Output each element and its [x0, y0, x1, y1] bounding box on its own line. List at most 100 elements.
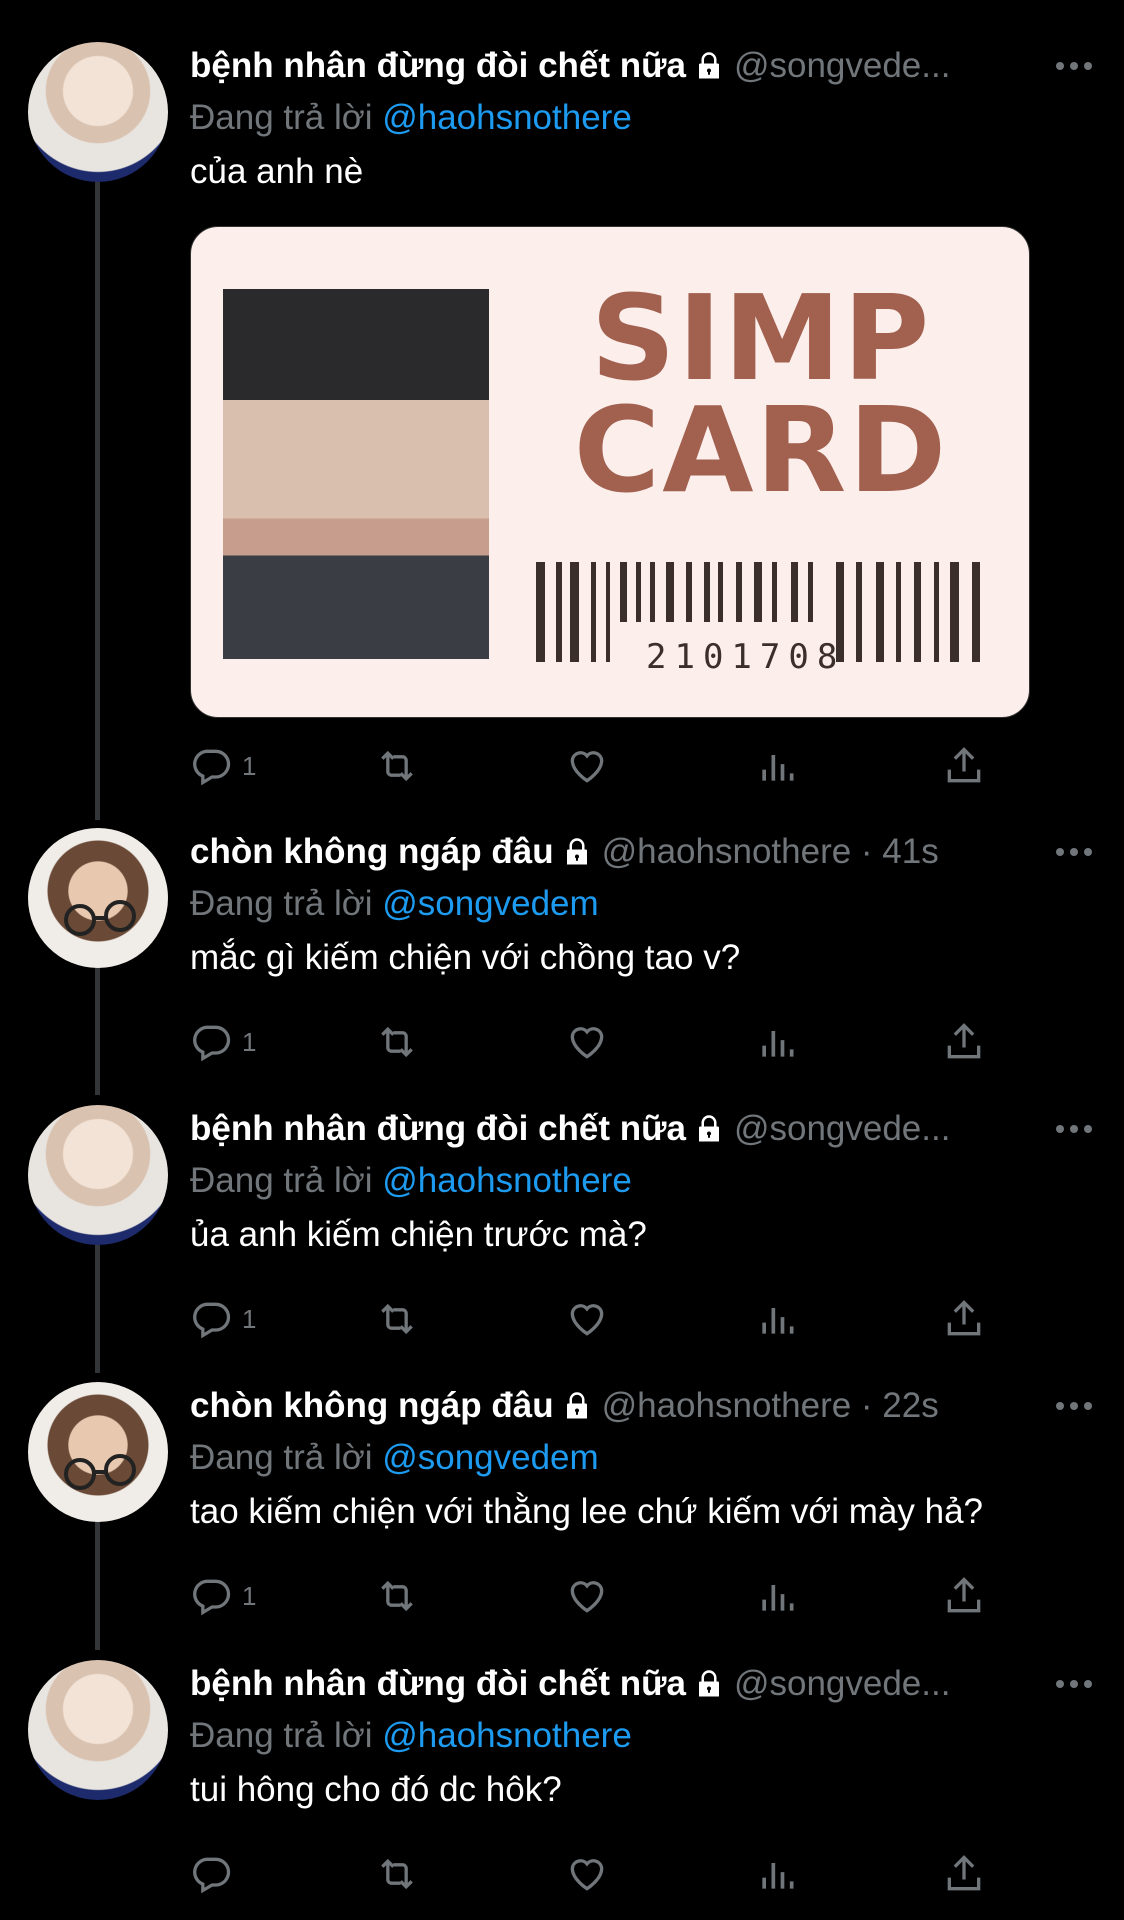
- mention-link[interactable]: @haohsnothere: [382, 1161, 632, 1200]
- mention-link[interactable]: @songvedem: [382, 884, 598, 923]
- share-icon: [947, 1023, 981, 1059]
- views-button[interactable]: [755, 1297, 799, 1341]
- display-name[interactable]: chòn không ngáp đâu: [190, 1386, 554, 1426]
- share-icon: [947, 1855, 981, 1891]
- simp-card-image[interactable]: SIMP CARD 2101708: [190, 226, 1030, 718]
- share-button[interactable]: [942, 1574, 986, 1618]
- card-photo: [223, 289, 489, 659]
- heart-icon: [570, 1304, 604, 1336]
- handle[interactable]: @songvede...: [734, 46, 951, 86]
- reply-count: 1: [242, 750, 257, 781]
- reply-button[interactable]: [190, 1852, 242, 1896]
- reply-icon: [193, 1579, 231, 1616]
- reply-button[interactable]: 1: [190, 1020, 256, 1064]
- like-button[interactable]: [565, 1574, 609, 1618]
- like-button[interactable]: [565, 744, 609, 788]
- tweet-text: của anh nè: [190, 152, 364, 191]
- retweet-button[interactable]: [375, 1297, 419, 1341]
- retweet-icon: [381, 750, 413, 782]
- tweet-actions: 1: [190, 1297, 1096, 1353]
- share-button[interactable]: [942, 1297, 986, 1341]
- share-button[interactable]: [942, 744, 986, 788]
- views-button[interactable]: [755, 1574, 799, 1618]
- thread-line: [95, 180, 100, 820]
- reply-prefix: Đang trả lời: [190, 1161, 373, 1200]
- retweet-button[interactable]: [375, 1574, 419, 1618]
- retweet-button[interactable]: [375, 1852, 419, 1896]
- tweet-actions: 1: [190, 744, 1096, 800]
- more-icon[interactable]: [1052, 1666, 1096, 1702]
- replying-to: Đang trả lời @songvedem: [190, 880, 1096, 928]
- views-button[interactable]: [755, 1852, 799, 1896]
- tweet-actions: [190, 1852, 1096, 1908]
- reply-icon: [193, 1025, 231, 1062]
- mention-link[interactable]: @haohsnothere: [382, 98, 632, 137]
- reply-icon: [193, 749, 231, 786]
- share-button[interactable]: [942, 1020, 986, 1064]
- avatar[interactable]: [28, 42, 168, 182]
- heart-icon: [570, 751, 604, 783]
- more-icon[interactable]: [1052, 1388, 1096, 1424]
- reply-icon: [193, 1302, 231, 1339]
- reply-prefix: Đang trả lời: [190, 1716, 373, 1755]
- like-button[interactable]: [565, 1297, 609, 1341]
- retweet-button[interactable]: [375, 1020, 419, 1064]
- handle[interactable]: @haohsnothere · 22s: [602, 1386, 939, 1426]
- views-button[interactable]: [755, 744, 799, 788]
- mention-link[interactable]: @songvedem: [382, 1438, 598, 1477]
- lock-icon: [566, 838, 587, 865]
- retweet-icon: [381, 1026, 413, 1058]
- reply-button[interactable]: 1: [190, 1297, 256, 1341]
- reply-button[interactable]: 1: [190, 744, 256, 788]
- replying-to: Đang trả lời @songvedem: [190, 1434, 1096, 1482]
- share-icon: [947, 1300, 981, 1336]
- display-name[interactable]: bệnh nhân đừng đòi chết nữa: [190, 46, 686, 86]
- reply-prefix: Đang trả lời: [190, 98, 373, 137]
- mention-link[interactable]: @haohsnothere: [382, 1716, 632, 1755]
- replying-to: Đang trả lời @haohsnothere: [190, 1712, 1096, 1760]
- like-button[interactable]: [565, 1852, 609, 1896]
- avatar[interactable]: [28, 1660, 168, 1800]
- lock-icon: [698, 52, 719, 79]
- avatar[interactable]: [28, 1105, 168, 1245]
- retweet-button[interactable]: [375, 744, 419, 788]
- reply-icon: [193, 1857, 231, 1894]
- card-title: SIMP CARD: [573, 269, 949, 519]
- heart-icon: [570, 1027, 604, 1059]
- views-button[interactable]: [755, 1020, 799, 1064]
- lock-icon: [698, 1115, 719, 1142]
- handle[interactable]: @haohsnothere · 41s: [602, 832, 939, 872]
- media-container[interactable]: SIMP CARD 2101708: [190, 226, 1096, 718]
- tweet-text: tui hông cho đó dc hôk?: [190, 1770, 562, 1809]
- share-button[interactable]: [942, 1852, 986, 1896]
- thread-line: [95, 1520, 100, 1650]
- lock-icon: [698, 1670, 719, 1697]
- avatar[interactable]: [28, 1382, 168, 1522]
- views-icon: [762, 1031, 794, 1057]
- display-name[interactable]: bệnh nhân đừng đòi chết nữa: [190, 1664, 686, 1704]
- display-name[interactable]: chòn không ngáp đâu: [190, 832, 554, 872]
- like-button[interactable]: [565, 1020, 609, 1064]
- replying-to: Đang trả lời @haohsnothere: [190, 94, 1096, 142]
- avatar[interactable]: [28, 828, 168, 968]
- barcode-number: 2101708: [646, 637, 846, 677]
- views-icon: [762, 1863, 794, 1889]
- more-icon[interactable]: [1052, 834, 1096, 870]
- views-icon: [762, 1585, 794, 1611]
- handle[interactable]: @songvede...: [734, 1109, 951, 1149]
- display-name[interactable]: bệnh nhân đừng đòi chết nữa: [190, 1109, 686, 1149]
- handle[interactable]: @songvede...: [734, 1664, 951, 1704]
- views-icon: [762, 1308, 794, 1334]
- retweet-icon: [381, 1858, 413, 1890]
- share-icon: [947, 1577, 981, 1613]
- reply-prefix: Đang trả lời: [190, 1438, 373, 1477]
- tweet-actions: 1: [190, 1574, 1096, 1630]
- reply-count: 1: [242, 1026, 257, 1057]
- tweet-text: mắc gì kiếm chiện với chồng tao v?: [190, 938, 741, 977]
- reply-button[interactable]: 1: [190, 1574, 256, 1618]
- more-icon[interactable]: [1052, 1111, 1096, 1147]
- retweet-icon: [381, 1580, 413, 1612]
- thread-line: [95, 965, 100, 1095]
- glasses-icon: [64, 1454, 136, 1490]
- more-icon[interactable]: [1052, 48, 1096, 84]
